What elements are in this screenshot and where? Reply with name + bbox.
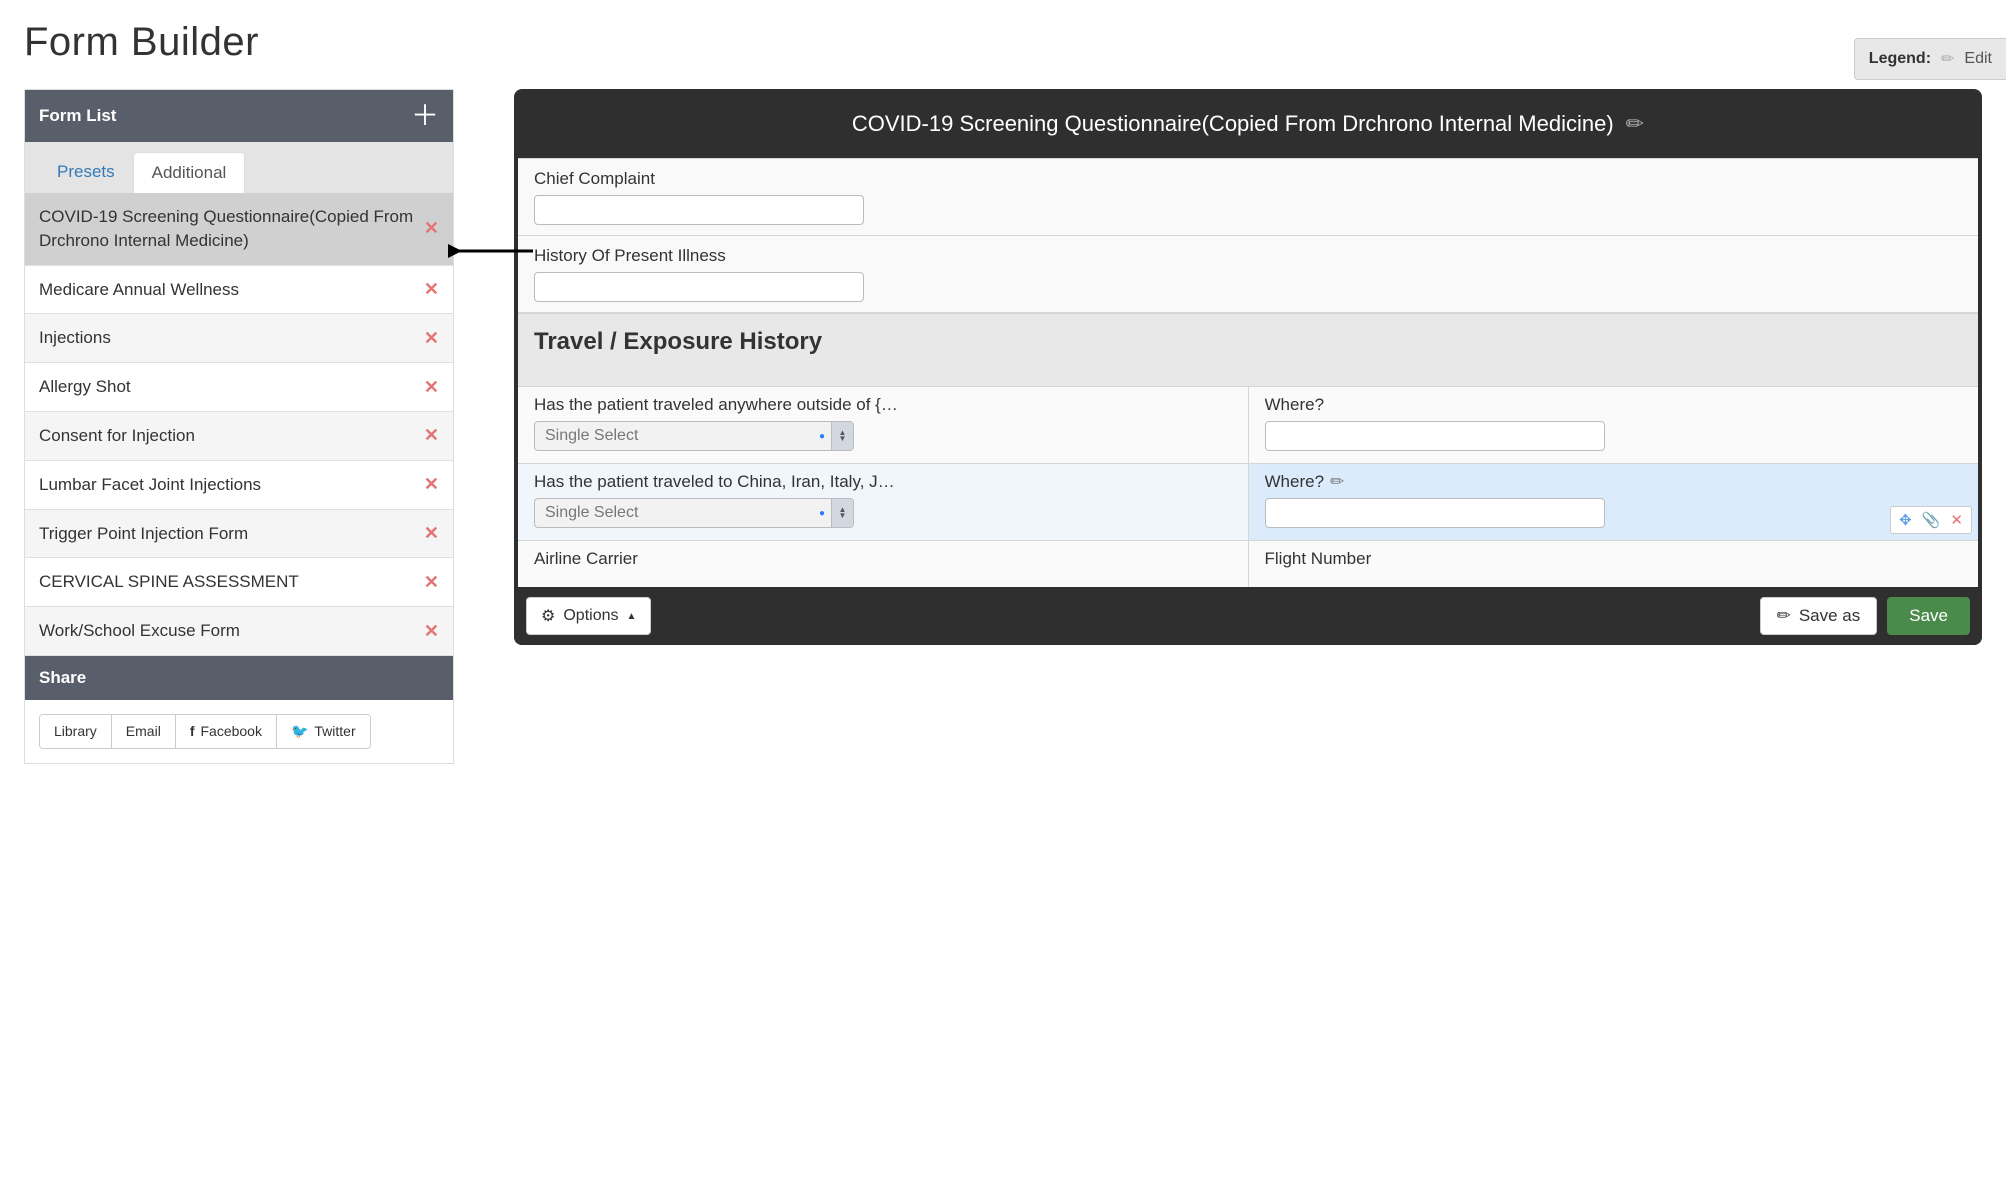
share-twitter-label: Twitter [314,723,355,739]
legend-panel: Legend: ✏ Edit [1854,38,2006,80]
form-item-label: Injections [39,326,416,350]
section-header: Travel / Exposure History [518,313,1978,386]
section-title: Travel / Exposure History [534,328,1962,356]
form-item[interactable]: CERVICAL SPINE ASSESSMENT ✕ [25,558,453,607]
form-item-label: COVID-19 Screening Questionnaire(Copied … [39,205,416,253]
form-item[interactable]: Medicare Annual Wellness ✕ [25,266,453,315]
form-item-label: Consent for Injection [39,424,416,448]
form-item-label: CERVICAL SPINE ASSESSMENT [39,570,416,594]
where-input[interactable] [1265,498,1605,528]
gear-icon: ⚙ [541,606,555,626]
form-item-label: Work/School Excuse Form [39,619,416,643]
legend-label: Legend: [1869,50,1931,68]
single-select[interactable]: Single Select ● ▲▼ [534,498,854,528]
form-item-label: Allergy Shot [39,375,416,399]
chief-complaint-input[interactable] [534,195,864,225]
page-title: Form Builder [24,20,1982,65]
form-item-label: Lumbar Facet Joint Injections [39,473,416,497]
delete-icon[interactable]: ✕ [416,328,439,349]
delete-icon[interactable]: ✕ [1950,511,1963,529]
stepper-icon[interactable]: ▲▼ [831,422,853,450]
delete-icon[interactable]: ✕ [416,572,439,593]
tab-additional[interactable]: Additional [133,152,246,193]
share-row: Library Email f Facebook 🐦 Twitter [25,700,453,763]
sidebar-header: Form List ＋ [25,90,453,142]
form-item[interactable]: Trigger Point Injection Form ✕ [25,510,453,559]
field-label: Chief Complaint [534,169,1962,189]
canvas-title-bar: COVID-19 Screening Questionnaire(Copied … [514,89,1982,158]
field-label: Flight Number [1265,549,1963,569]
options-label: Options [563,607,618,625]
delete-icon[interactable]: ✕ [416,425,439,446]
canvas-title: COVID-19 Screening Questionnaire(Copied … [852,107,1614,140]
form-item[interactable]: Consent for Injection ✕ [25,412,453,461]
field-toolbar: ✥ 📎 ✕ [1890,506,1972,534]
field-label: Where?✏ [1265,472,1963,492]
field-row: Airline Carrier Flight Number [518,540,1978,587]
delete-icon[interactable]: ✕ [416,377,439,398]
caret-up-icon: ▲ [626,611,636,622]
facebook-icon: f [190,723,195,739]
sidebar-title: Form List [39,106,116,126]
legend-edit[interactable]: Edit [1964,50,1992,68]
delete-icon[interactable]: ✕ [416,218,439,239]
field-label: Airline Carrier [534,549,1232,569]
canvas-footer: ⚙ Options ▲ ✏ Save as Save [514,587,1982,645]
save-as-button[interactable]: ✏ Save as [1760,597,1878,635]
select-value: Single Select [535,504,819,522]
select-value: Single Select [535,427,819,445]
indicator-dot-icon: ● [819,431,831,442]
form-list-sidebar: Form List ＋ Presets Additional COVID-19 … [24,89,454,764]
pencil-icon[interactable]: ✏ [1330,472,1344,492]
delete-icon[interactable]: ✕ [416,523,439,544]
tab-presets[interactable]: Presets [39,152,133,193]
field-row-selected: Has the patient traveled to China, Iran,… [518,463,1978,540]
move-icon[interactable]: ✥ [1899,511,1912,529]
options-button[interactable]: ⚙ Options ▲ [526,597,651,635]
share-facebook-button[interactable]: f Facebook [176,715,277,748]
saveas-label: Save as [1799,606,1860,626]
field-row: Has the patient traveled anywhere outsid… [518,386,1978,463]
hpi-input[interactable] [534,272,864,302]
share-twitter-button[interactable]: 🐦 Twitter [277,715,370,748]
pencil-icon[interactable]: ✏ [1626,107,1644,140]
delete-icon[interactable]: ✕ [416,621,439,642]
share-email-button[interactable]: Email [112,715,176,748]
field-label: Has the patient traveled to China, Iran,… [534,472,1232,492]
field-label: Has the patient traveled anywhere outsid… [534,395,1232,415]
form-canvas: COVID-19 Screening Questionnaire(Copied … [514,89,1982,645]
tabs: Presets Additional [25,142,453,193]
share-header: Share [25,656,453,700]
single-select[interactable]: Single Select ● ▲▼ [534,421,854,451]
delete-icon[interactable]: ✕ [416,279,439,300]
where-input[interactable] [1265,421,1605,451]
pencil-icon[interactable]: ✏ [1941,49,1954,69]
form-item[interactable]: Injections ✕ [25,314,453,363]
pencil-icon: ✏ [1777,606,1791,626]
form-item-label: Trigger Point Injection Form [39,522,416,546]
where-label: Where? [1265,472,1325,492]
field-label: Where? [1265,395,1963,415]
delete-icon[interactable]: ✕ [416,474,439,495]
stepper-icon[interactable]: ▲▼ [831,499,853,527]
form-item[interactable]: Allergy Shot ✕ [25,363,453,412]
share-facebook-label: Facebook [200,723,261,739]
field-label: History Of Present Illness [534,246,1962,266]
attachment-icon[interactable]: 📎 [1922,511,1941,529]
form-item[interactable]: Lumbar Facet Joint Injections ✕ [25,461,453,510]
add-form-button[interactable]: ＋ [411,102,439,130]
share-library-button[interactable]: Library [40,715,112,748]
form-list: COVID-19 Screening Questionnaire(Copied … [25,193,453,656]
form-item[interactable]: Work/School Excuse Form ✕ [25,607,453,656]
form-item-label: Medicare Annual Wellness [39,278,416,302]
form-item[interactable]: COVID-19 Screening Questionnaire(Copied … [25,193,453,266]
twitter-icon: 🐦 [291,723,308,740]
save-button[interactable]: Save [1887,597,1970,635]
indicator-dot-icon: ● [819,508,831,519]
